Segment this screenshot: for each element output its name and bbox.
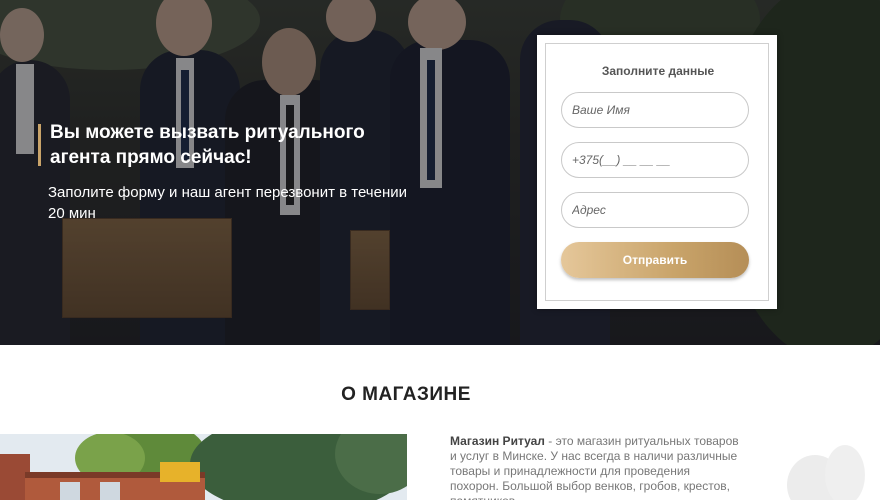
about-section-title: О МАГАЗИНЕ (341, 384, 471, 405)
callback-form: Заполните данные Отправить (537, 35, 777, 309)
name-input[interactable] (561, 92, 749, 128)
hero-subtitle: Заполите форму и наш агент перезвонит в … (48, 184, 407, 222)
address-input[interactable] (561, 192, 749, 228)
submit-button[interactable]: Отправить (561, 242, 749, 278)
form-frame: Заполните данные Отправить (545, 43, 769, 301)
form-title: Заполните данные (601, 64, 715, 78)
phone-input[interactable] (561, 142, 749, 178)
about-description: Магазин Ритуал - это магазин ритуальных … (450, 434, 740, 500)
accent-bar (38, 124, 41, 166)
store-name: Магазин Ритуал (450, 434, 545, 448)
store-photo-illustration (0, 434, 407, 500)
angel-watermark-icon (787, 445, 865, 500)
store-photo (0, 434, 407, 500)
hero-section: Вы можете вызвать ритуального агента пря… (0, 0, 880, 345)
hero-title: Вы можете вызвать ритуального агента пря… (50, 122, 365, 168)
